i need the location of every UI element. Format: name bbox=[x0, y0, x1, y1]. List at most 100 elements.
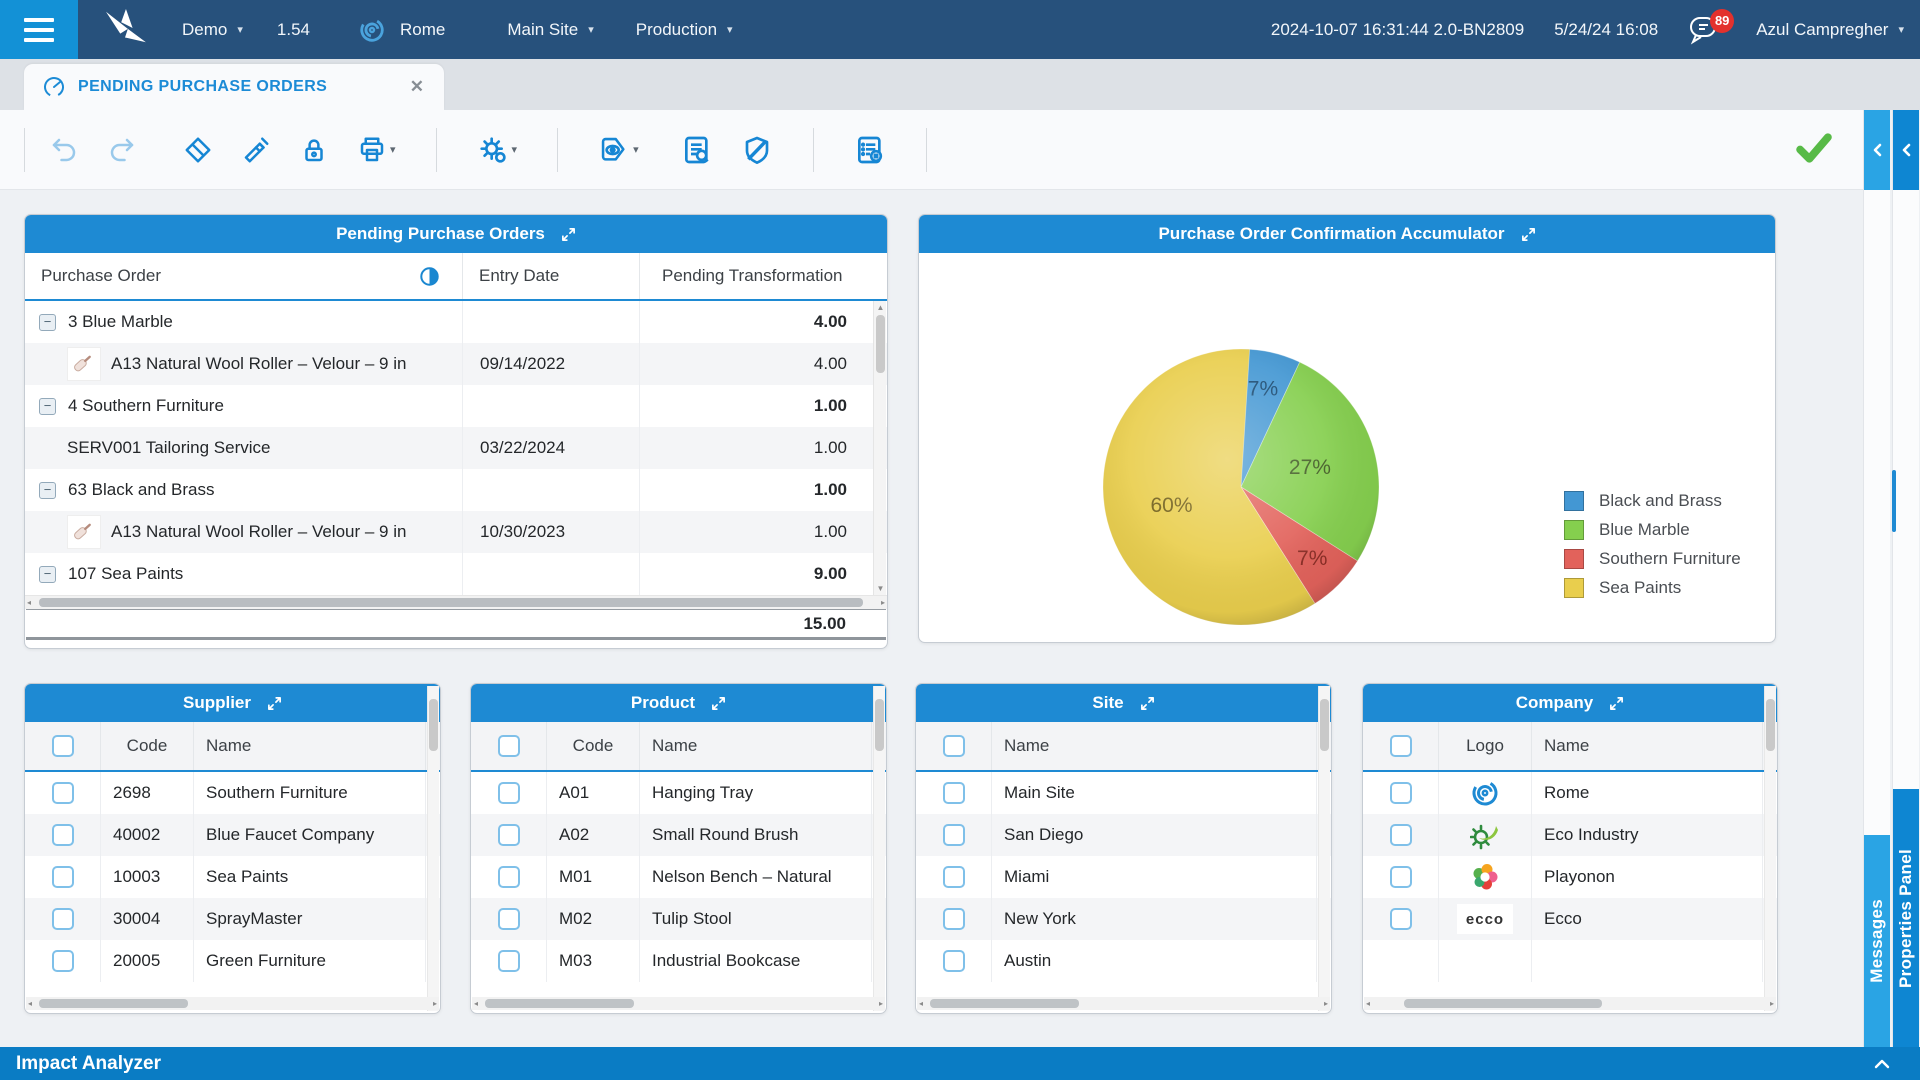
settings-button[interactable]: ▾ bbox=[473, 130, 522, 170]
vertical-scrollbar[interactable] bbox=[427, 686, 439, 1011]
legend-item[interactable]: Blue Marble bbox=[1564, 520, 1741, 540]
table-row[interactable]: New York bbox=[916, 898, 1331, 940]
column-name[interactable]: Name bbox=[194, 722, 426, 770]
row-checkbox[interactable] bbox=[1390, 824, 1412, 846]
expand-panel-icon[interactable] bbox=[1521, 227, 1536, 242]
row-checkbox[interactable] bbox=[943, 908, 965, 930]
messages-tab[interactable]: Messages bbox=[1864, 835, 1890, 1047]
chevron-up-icon[interactable] bbox=[1874, 1059, 1890, 1069]
app-logo-bird-icon[interactable] bbox=[102, 8, 148, 51]
legend-item[interactable]: Sea Paints bbox=[1564, 578, 1741, 598]
row-checkbox[interactable] bbox=[498, 782, 520, 804]
collapse-group-button[interactable]: − bbox=[39, 566, 56, 583]
vertical-scrollbar[interactable] bbox=[873, 686, 885, 1011]
collapse-group-button[interactable]: − bbox=[39, 398, 56, 415]
row-checkbox[interactable] bbox=[498, 908, 520, 930]
column-purchase-order[interactable]: Purchase Order bbox=[25, 253, 463, 299]
select-all-checkbox[interactable] bbox=[1390, 735, 1412, 757]
tab-pending-purchase-orders[interactable]: PENDING PURCHASE ORDERS ✕ bbox=[24, 64, 444, 110]
horizontal-scrollbar[interactable]: ◂▸ bbox=[472, 997, 885, 1010]
table-row[interactable]: eccoEcco bbox=[1363, 898, 1777, 940]
row-checkbox[interactable] bbox=[52, 824, 74, 846]
horizontal-scrollbar[interactable]: ◂▸ bbox=[26, 997, 439, 1010]
pending-row[interactable]: −63 Black and Brass1.00 bbox=[25, 469, 887, 511]
expand-panel-icon[interactable] bbox=[1140, 696, 1155, 711]
expand-panel-icon[interactable] bbox=[1609, 696, 1624, 711]
select-all-checkbox[interactable] bbox=[498, 735, 520, 757]
legend-item[interactable]: Black and Brass bbox=[1564, 491, 1741, 511]
privacy-shield-button[interactable] bbox=[737, 130, 777, 170]
table-row[interactable]: 10003Sea Paints bbox=[25, 856, 440, 898]
collapse-messages-button[interactable] bbox=[1864, 110, 1890, 190]
row-checkbox[interactable] bbox=[498, 824, 520, 846]
table-row[interactable]: Austin bbox=[916, 940, 1331, 982]
pending-row[interactable]: A13 Natural Wool Roller – Velour – 9 in0… bbox=[25, 343, 887, 385]
table-row[interactable]: Main Site bbox=[916, 772, 1331, 814]
design-button[interactable] bbox=[237, 131, 275, 169]
column-code[interactable]: Code bbox=[101, 722, 194, 770]
company-logo-icon[interactable] bbox=[358, 16, 386, 44]
column-logo[interactable]: Logo bbox=[1439, 722, 1532, 770]
row-checkbox[interactable] bbox=[52, 950, 74, 972]
tab-close-icon[interactable]: ✕ bbox=[404, 75, 430, 99]
views-button[interactable]: ▾ bbox=[594, 130, 643, 170]
collapse-properties-button[interactable] bbox=[1893, 110, 1919, 190]
table-row[interactable]: Eco Industry bbox=[1363, 814, 1777, 856]
row-checkbox[interactable] bbox=[943, 866, 965, 888]
table-row[interactable]: A02Small Round Brush bbox=[471, 814, 886, 856]
collapse-group-button[interactable]: − bbox=[39, 482, 56, 499]
row-checkbox[interactable] bbox=[1390, 866, 1412, 888]
row-checkbox[interactable] bbox=[52, 866, 74, 888]
table-row[interactable] bbox=[1363, 940, 1777, 982]
vertical-scrollbar[interactable] bbox=[1318, 686, 1330, 1011]
pending-row[interactable]: −3 Blue Marble4.00 bbox=[25, 301, 887, 343]
pending-row[interactable]: SERV001 Tailoring Service03/22/20241.00 bbox=[25, 427, 887, 469]
pending-row[interactable]: −107 Sea Paints9.00 bbox=[25, 553, 887, 595]
expand-panel-icon[interactable] bbox=[711, 696, 726, 711]
document-search-button[interactable] bbox=[677, 130, 717, 170]
row-checkbox[interactable] bbox=[1390, 782, 1412, 804]
table-row[interactable]: Miami bbox=[916, 856, 1331, 898]
horizontal-scrollbar[interactable]: ◂▸ bbox=[1364, 997, 1776, 1010]
expand-panel-icon[interactable] bbox=[561, 227, 576, 242]
table-row[interactable]: M03Industrial Bookcase bbox=[471, 940, 886, 982]
notifications-button[interactable]: 89 bbox=[1688, 15, 1724, 45]
table-row[interactable]: 2698Southern Furniture bbox=[25, 772, 440, 814]
horizontal-scrollbar[interactable]: ◂▸ bbox=[25, 595, 887, 609]
table-row[interactable]: M01Nelson Bench – Natural bbox=[471, 856, 886, 898]
pending-row[interactable]: A13 Natural Wool Roller – Velour – 9 in1… bbox=[25, 511, 887, 553]
legend-item[interactable]: Southern Furniture bbox=[1564, 549, 1741, 569]
row-checkbox[interactable] bbox=[498, 866, 520, 888]
vertical-scrollbar[interactable]: ▲▼ bbox=[873, 301, 886, 595]
menu-icon[interactable] bbox=[0, 0, 78, 59]
column-name[interactable]: Name bbox=[640, 722, 872, 770]
horizontal-scrollbar[interactable]: ◂▸ bbox=[917, 997, 1330, 1010]
row-checkbox[interactable] bbox=[52, 782, 74, 804]
impact-analyzer-bar[interactable]: Impact Analyzer bbox=[0, 1047, 1920, 1080]
redo-button[interactable] bbox=[103, 131, 141, 169]
mode-selector[interactable]: Production▾ bbox=[636, 20, 733, 40]
table-row[interactable]: 30004SprayMaster bbox=[25, 898, 440, 940]
group-toggle-icon[interactable] bbox=[419, 266, 440, 287]
vertical-scrollbar[interactable] bbox=[1764, 686, 1776, 1011]
column-name[interactable]: Name bbox=[1532, 722, 1763, 770]
table-row[interactable]: Rome bbox=[1363, 772, 1777, 814]
collapse-group-button[interactable]: − bbox=[39, 314, 56, 331]
environment-selector[interactable]: Demo▾ bbox=[182, 20, 243, 40]
row-checkbox[interactable] bbox=[498, 950, 520, 972]
column-code[interactable]: Code bbox=[547, 722, 640, 770]
select-all-checkbox[interactable] bbox=[52, 735, 74, 757]
row-checkbox[interactable] bbox=[943, 824, 965, 846]
row-checkbox[interactable] bbox=[943, 950, 965, 972]
pending-row[interactable]: −4 Southern Furniture1.00 bbox=[25, 385, 887, 427]
row-checkbox[interactable] bbox=[1390, 908, 1412, 930]
print-button[interactable]: ▾ bbox=[353, 131, 400, 169]
eraser-button[interactable] bbox=[179, 131, 217, 169]
expand-panel-icon[interactable] bbox=[267, 696, 282, 711]
select-all-checkbox[interactable] bbox=[943, 735, 965, 757]
user-menu[interactable]: Azul Campregher▾ bbox=[1756, 20, 1904, 40]
table-row[interactable]: A01Hanging Tray bbox=[471, 772, 886, 814]
lock-button[interactable] bbox=[295, 131, 333, 169]
column-pending-transformation[interactable]: Pending Transformation bbox=[640, 253, 887, 299]
table-row[interactable]: Playonon bbox=[1363, 856, 1777, 898]
